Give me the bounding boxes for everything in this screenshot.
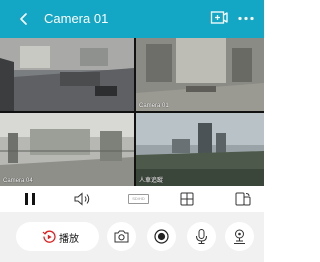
snapshot-button[interactable] xyxy=(107,222,136,251)
app-header: Camera 01 xyxy=(0,0,264,38)
camera-feed-2 xyxy=(136,38,264,111)
ptz-button[interactable] xyxy=(225,222,254,251)
camera-label: Camera 01 xyxy=(139,103,169,109)
camera-label: Camera 04 xyxy=(3,178,33,184)
camera-feed-3 xyxy=(0,113,134,186)
action-bar: 播放 xyxy=(0,212,264,262)
quality-label: SD/HD xyxy=(132,196,145,201)
video-cell-2[interactable]: Camera 01 xyxy=(136,38,264,111)
record-button[interactable] xyxy=(147,222,176,251)
record-icon xyxy=(154,229,169,244)
grid-layout-icon[interactable] xyxy=(180,192,194,206)
quality-toggle[interactable]: SD/HD xyxy=(128,194,149,204)
page-title: Camera 01 xyxy=(44,11,109,26)
video-cell-4[interactable]: 人車追蹤 xyxy=(136,113,264,186)
playback-button[interactable]: 播放 xyxy=(16,222,99,251)
more-dots-icon[interactable] xyxy=(238,16,254,21)
camera-icon xyxy=(114,230,129,243)
camera-feed-1 xyxy=(0,38,134,111)
camera-live-view: Camera 01 Camera 01 Camera 04 人車追蹤 SD/HD… xyxy=(0,0,264,262)
video-grid: Camera 01 Camera 04 人車追蹤 xyxy=(0,38,264,186)
add-camera-icon[interactable] xyxy=(210,10,228,26)
ptz-icon xyxy=(234,229,245,244)
pause-icon[interactable] xyxy=(24,192,36,206)
microphone-icon xyxy=(196,229,207,244)
video-cell-3[interactable]: Camera 04 xyxy=(0,113,134,186)
volume-icon[interactable] xyxy=(74,192,92,206)
playback-label: 播放 xyxy=(59,234,79,245)
camera-label: 人車追蹤 xyxy=(139,178,164,184)
talk-button[interactable] xyxy=(187,222,216,251)
playback-icon xyxy=(42,230,56,243)
playback-controls: SD/HD xyxy=(0,186,264,212)
chevron-left-icon[interactable] xyxy=(17,12,31,26)
video-cell-1[interactable] xyxy=(0,38,134,111)
rotate-screen-icon[interactable] xyxy=(235,192,251,206)
